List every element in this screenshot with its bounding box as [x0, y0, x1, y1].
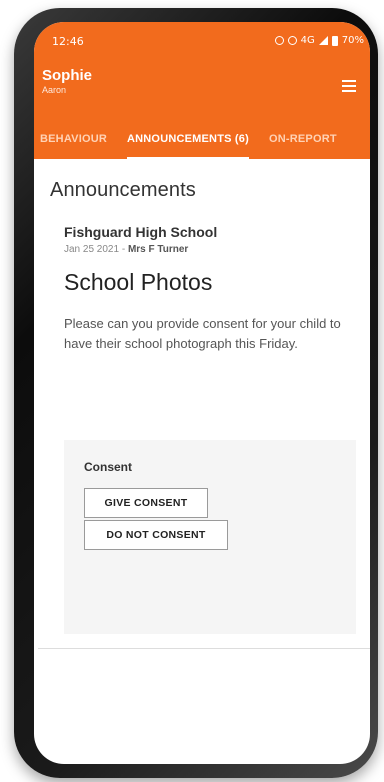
- give-consent-button[interactable]: GIVE CONSENT: [84, 488, 208, 518]
- divider: [38, 648, 370, 649]
- user-block: Sophie Aaron: [42, 67, 92, 95]
- app-screen: 12:46 4G 70% Sophie Aaron BEHAVIOUR ANNO…: [34, 22, 370, 764]
- do-not-consent-button[interactable]: DO NOT CONSENT: [84, 520, 228, 550]
- announcement-title: School Photos: [64, 269, 213, 295]
- announcement-body: Please can you provide consent for your …: [64, 316, 341, 351]
- announcement-card: Fishguard High School Jan 25 2021 - Mrs …: [64, 224, 354, 354]
- announcement-date: Jan 25 2021 -: [64, 244, 128, 255]
- page-title: Announcements: [50, 179, 196, 201]
- app-bar: 12:46 4G 70% Sophie Aaron BEHAVIOUR ANNO…: [34, 22, 370, 159]
- status-time: 12:46: [52, 35, 84, 48]
- school-name: Fishguard High School: [64, 224, 218, 240]
- announcement-author: Mrs F Turner: [127, 244, 189, 255]
- student-subtitle: Aaron: [42, 85, 67, 95]
- signal-icon: [318, 36, 328, 45]
- tab-announcements[interactable]: ANNOUNCEMENTS (6): [117, 118, 259, 159]
- hotspot-icon: [287, 36, 297, 45]
- main-content: Announcements Fishguard High School Jan …: [34, 179, 370, 649]
- student-name: Sophie: [42, 67, 93, 84]
- consent-panel: Consent GIVE CONSENT DO NOT CONSENT: [64, 440, 356, 634]
- sync-icon: [274, 36, 284, 45]
- network-label: 4G: [300, 35, 315, 46]
- tab-on-report[interactable]: ON-REPORT: [259, 118, 347, 159]
- battery-percent: 70%: [341, 35, 364, 46]
- tab-behaviour[interactable]: BEHAVIOUR: [34, 118, 117, 159]
- consent-label: Consent: [84, 460, 132, 474]
- announcement-meta: Jan 25 2021 - Mrs F Turner: [64, 244, 354, 255]
- tab-bar: BEHAVIOUR ANNOUNCEMENTS (6) ON-REPORT: [34, 118, 370, 159]
- battery-icon: [331, 35, 338, 46]
- status-icons: 4G 70%: [274, 35, 364, 46]
- status-bar: 12:46 4G 70%: [34, 22, 370, 64]
- hamburger-icon[interactable]: [342, 80, 356, 92]
